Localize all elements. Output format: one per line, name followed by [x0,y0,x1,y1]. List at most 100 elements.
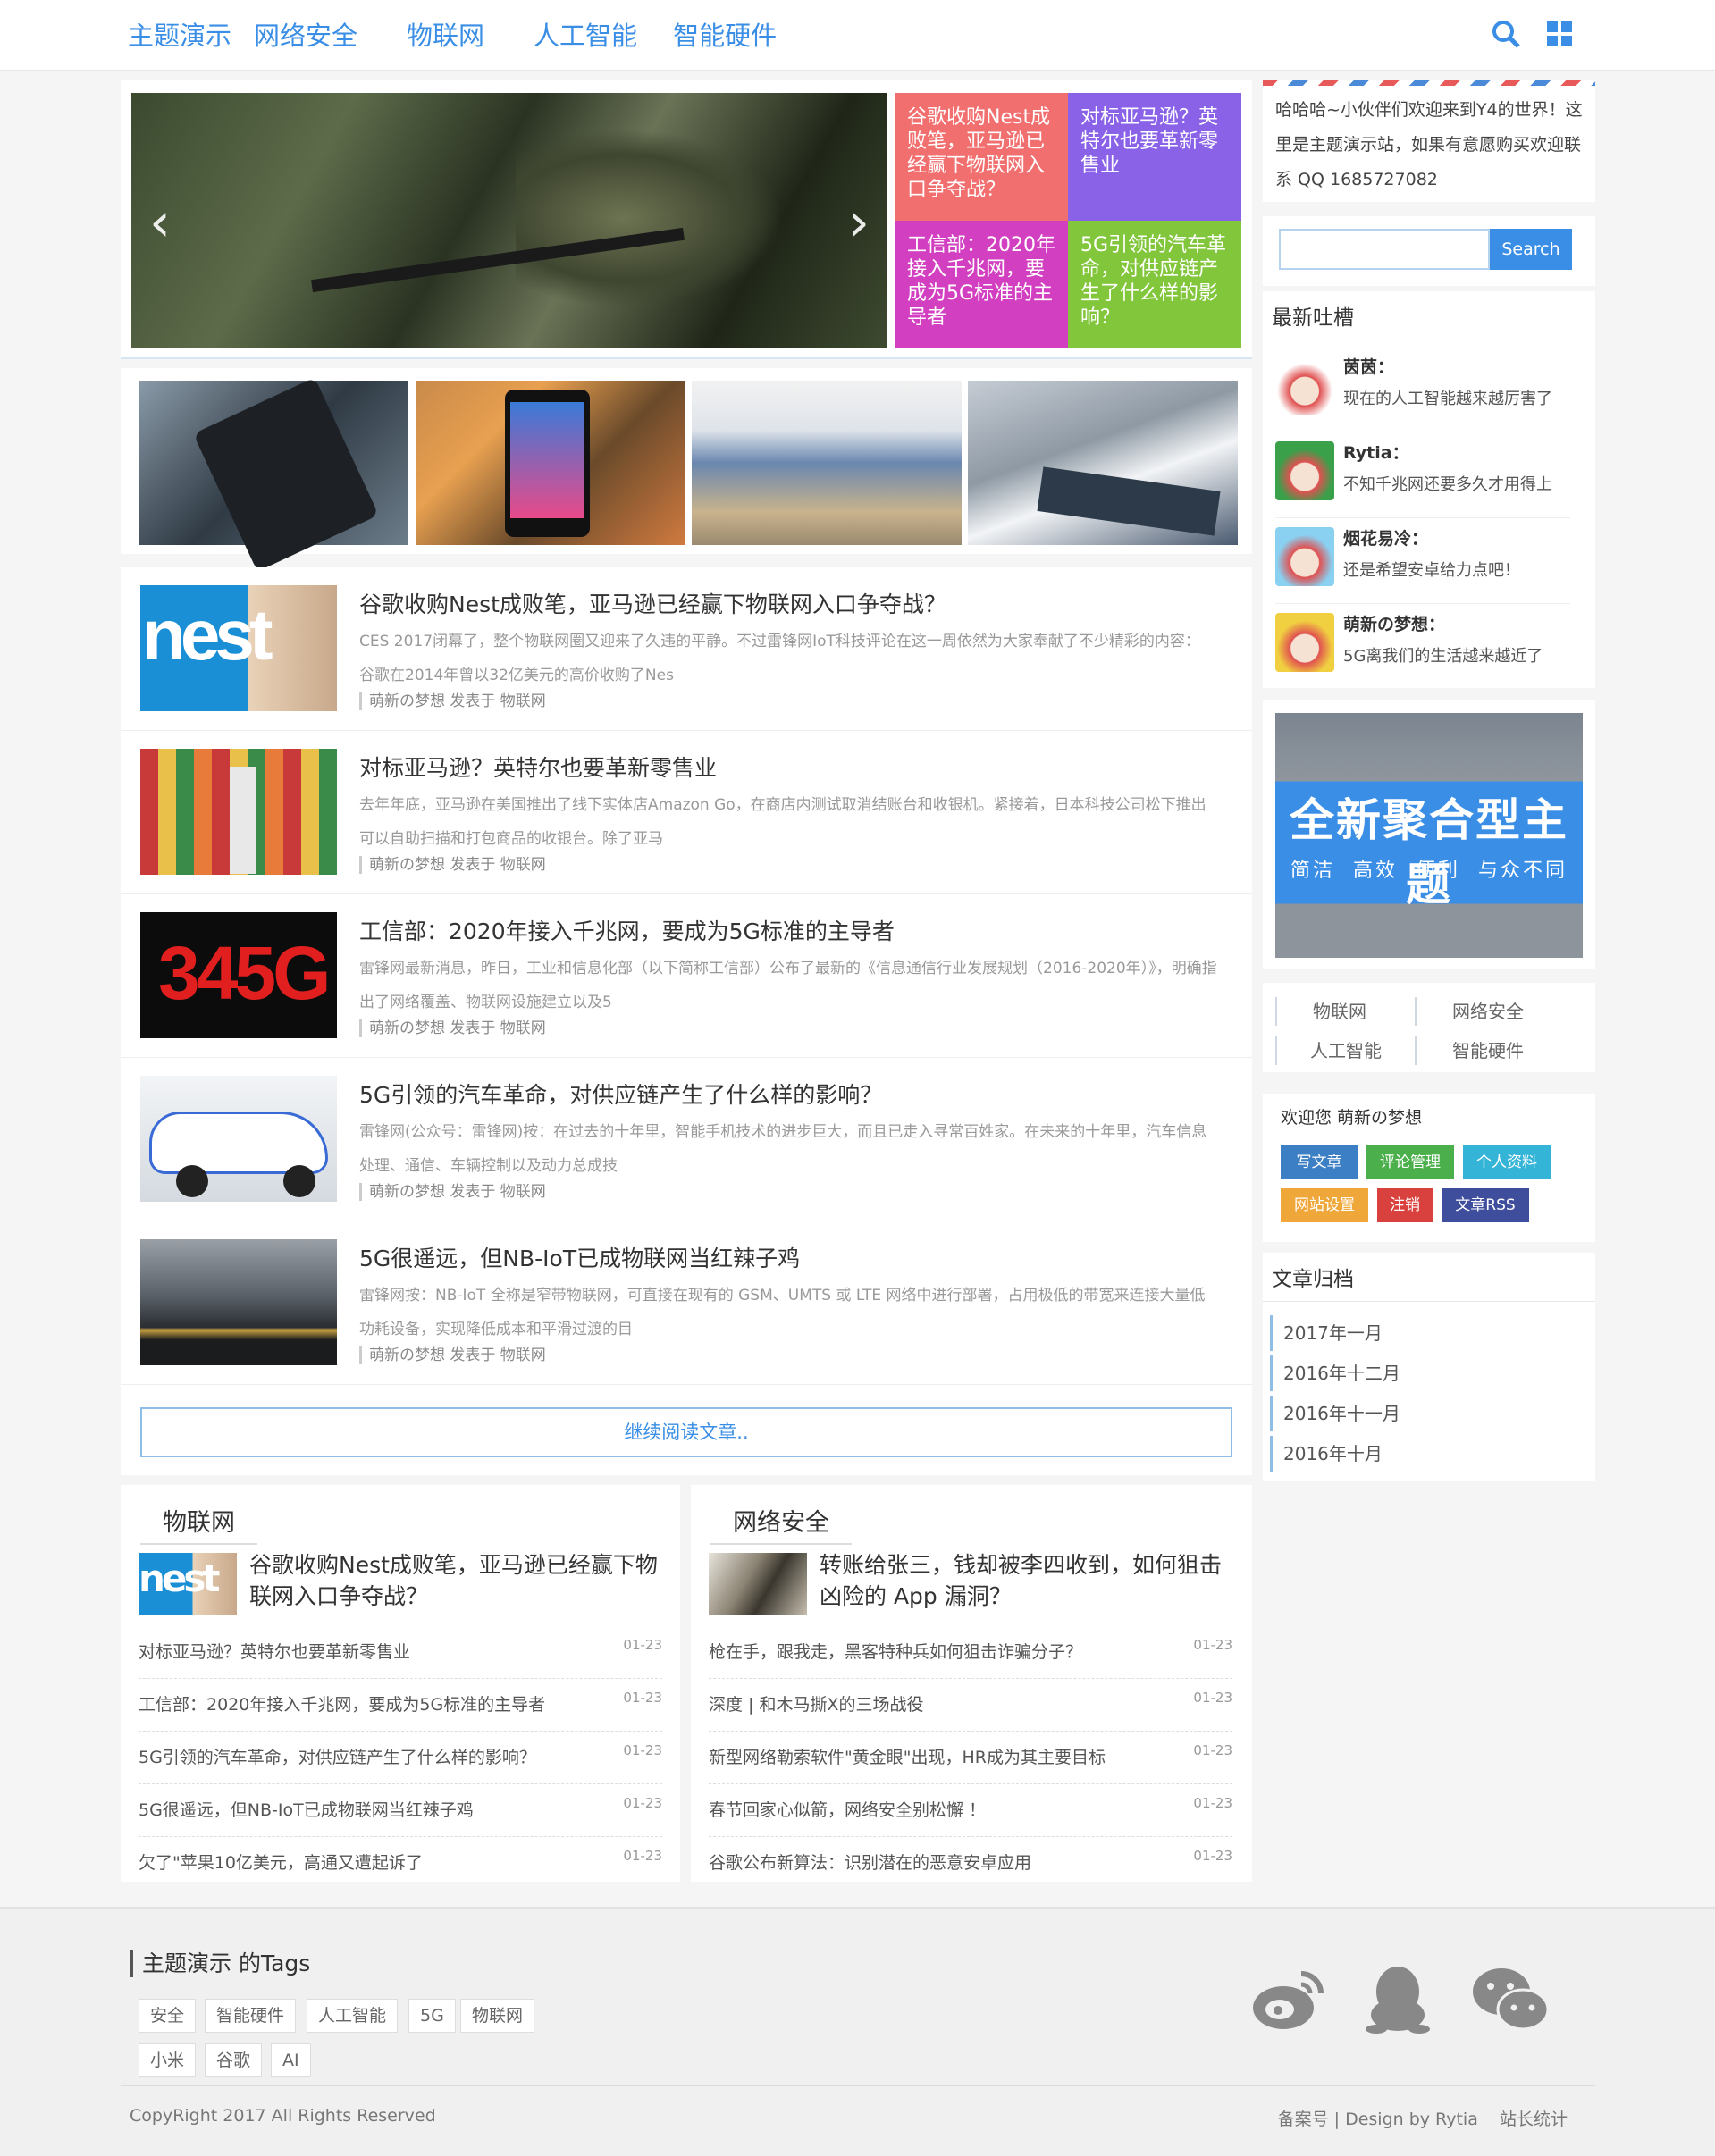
theme-banner[interactable]: 全新聚合型主题 简洁 高效 便利 与众不同 [1275,713,1583,958]
tag[interactable]: AI [271,2043,311,2077]
comment-item[interactable]: 茵茵： 现在的人工智能越来越厉害了 [1275,347,1570,432]
slider-tiles: 谷歌收购Nest成败笔，亚马逊已经赢下物联网入口争夺战？ 对标亚马逊？英特尔也要… [895,93,1241,348]
category-link[interactable]: 网络安全 [1415,997,1524,1026]
search-icon[interactable] [1492,20,1520,48]
avatar [1275,613,1334,672]
banner-subtitle: 简洁 高效 便利 与众不同 [1290,860,1568,882]
thumbnail-apple-store[interactable] [692,381,962,545]
nav-item-home[interactable]: 主题演示 [128,18,231,54]
grid-icon[interactable] [1547,21,1572,46]
welcome-text: 哈哈哈~小伙伴们欢迎来到Y4的世界！这里是主题演示站，如果有意愿购买欢迎联系 Q… [1275,100,1583,189]
comment-manage-button[interactable]: 评论管理 [1366,1145,1454,1179]
slider-tile[interactable]: 工信部：2020年接入千兆网，要成为5G标准的主导者 [895,221,1068,348]
post-thumbnail[interactable] [140,1239,337,1365]
list-item[interactable]: 谷歌公布新算法：识别潜在的恶意安卓应用 01-23 [709,1837,1232,1890]
list-item[interactable]: 欠了"苹果10亿美元，高通又遭起诉了 01-23 [139,1837,662,1890]
slider-next-icon[interactable]: › [848,191,870,254]
category-title[interactable]: 网络安全 [710,1503,852,1545]
rss-button[interactable]: 文章RSS [1442,1188,1529,1222]
list-item-title[interactable]: 深度 | 和木马撕X的三场战役 [709,1695,924,1715]
list-item-title[interactable]: 对标亚马逊？英特尔也要革新零售业 [139,1642,410,1662]
archive-item[interactable]: 2017年一月 [1270,1315,1565,1351]
qq-icon[interactable] [1364,1963,1432,2034]
list-item[interactable]: 5G很遥远，但NB-IoT已成物联网当红辣子鸡 01-23 [139,1784,662,1837]
nav-item-iot[interactable]: 物联网 [407,18,484,54]
category-feature-title[interactable]: 转账给张三，钱却被李四收到，如何狙击凶险的 App 漏洞？ [820,1549,1231,1612]
post-title[interactable]: 工信部：2020年接入千兆网，要成为5G标准的主导者 [359,914,895,946]
post-title[interactable]: 谷歌收购Nest成败笔，亚马逊已经赢下物联网入口争夺战？ [359,587,946,619]
tag[interactable]: 安全 [139,1999,197,2033]
thumbnail-phone-note[interactable] [416,381,685,545]
tag[interactable]: 人工智能 [307,1999,399,2033]
search-input[interactable] [1279,229,1490,270]
category-link[interactable]: 智能硬件 [1415,1036,1524,1065]
post-thumbnail[interactable] [140,1076,337,1202]
list-item[interactable]: 5G引领的汽车革命，对供应链产生了什么样的影响？ 01-23 [139,1732,662,1784]
slider-tile[interactable]: 5G引领的汽车革命，对供应链产生了什么样的影响？ [1068,221,1241,348]
list-item[interactable]: 春节回家心似箭，网络安全别松懈 ！ 01-23 [709,1784,1232,1837]
post-title[interactable]: 5G很遥远，但NB-IoT已成物联网当红辣子鸡 [359,1241,800,1273]
list-item-title[interactable]: 谷歌公布新算法：识别潜在的恶意安卓应用 [709,1853,1031,1873]
wechat-icon[interactable] [1471,1963,1550,2034]
nav-item-security[interactable]: 网络安全 [254,18,357,54]
list-item-title[interactable]: 5G引领的汽车革命，对供应链产生了什么样的影响？ [139,1748,536,1767]
read-more-button[interactable]: 继续阅读文章.. [140,1407,1232,1457]
thumbnail-phone-samsung[interactable] [139,377,408,572]
list-item[interactable]: 深度 | 和木马撕X的三场战役 01-23 [709,1679,1232,1732]
slider-image[interactable]: ‹ › [131,93,887,348]
search-button[interactable]: Search [1490,229,1572,270]
tag[interactable]: 小米 [139,2043,197,2077]
list-item[interactable]: 枪在手，跟我走，黑客特种兵如何狙击诈骗分子？ 01-23 [709,1626,1232,1679]
footer-divider [121,2085,1595,2086]
tag[interactable]: 物联网 [460,1999,535,2033]
comment-item[interactable]: 烟花易冷： 还是希望安卓给力点吧！ [1275,518,1570,604]
comments-title: 最新吐槽 [1272,306,1354,330]
write-post-button[interactable]: 写文章 [1281,1145,1358,1179]
slider-tile[interactable]: 对标亚马逊？英特尔也要革新零售业 [1068,93,1241,221]
archive-card: 文章归档 2017年一月 2016年十二月 2016年十一月 2016年十月 [1263,1253,1595,1481]
post-thumbnail[interactable]: 345G [140,912,337,1038]
archive-item[interactable]: 2016年十二月 [1270,1355,1565,1391]
post-title[interactable]: 对标亚马逊？英特尔也要革新零售业 [359,751,717,783]
logout-button[interactable]: 注销 [1377,1188,1433,1222]
profile-button[interactable]: 个人资料 [1463,1145,1551,1179]
list-item-title[interactable]: 春节回家心似箭，网络安全别松懈 ！ [709,1800,986,1820]
nav-item-hardware[interactable]: 智能硬件 [673,18,777,54]
category-title[interactable]: 物联网 [140,1503,257,1545]
list-item[interactable]: 新型网络勒索软件"黄金眼"出现，HR成为其主要目标 01-23 [709,1732,1232,1784]
category-link[interactable]: 人工智能 [1275,1036,1382,1065]
comment-item[interactable]: 萌新の梦想： 5G离我们的生活越来越近了 [1275,604,1570,690]
weibo-icon[interactable] [1249,1961,1328,2033]
list-item-title[interactable]: 工信部：2020年接入千兆网，要成为5G标准的主导者 [139,1695,545,1715]
tag[interactable]: 谷歌 [205,2043,263,2077]
archive-item[interactable]: 2016年十月 [1270,1436,1565,1472]
list-item[interactable]: 工信部：2020年接入千兆网，要成为5G标准的主导者 01-23 [139,1679,662,1732]
category-feature-image[interactable] [709,1553,807,1615]
post-title[interactable]: 5G引领的汽车革命，对供应链产生了什么样的影响？ [359,1078,882,1110]
list-item-title[interactable]: 欠了"苹果10亿美元，高通又遭起诉了 [139,1853,423,1873]
list-item-date: 01-23 [1193,1795,1232,1811]
comment-text: 现在的人工智能越来越厉害了 [1343,390,1552,408]
post-item: 对标亚马逊？英特尔也要革新零售业 去年年底，亚马逊在美国推出了线下实体店Amaz… [121,731,1252,894]
list-item[interactable]: 对标亚马逊？英特尔也要革新零售业 01-23 [139,1626,662,1679]
category-feature-image[interactable]: nest [139,1553,237,1615]
footer-links[interactable]: 备案号 | Design by Rytia 站长统计 [1278,2106,1568,2130]
tag[interactable]: 智能硬件 [205,1999,297,2033]
nav-item-ai[interactable]: 人工智能 [534,18,637,54]
tag[interactable]: 5G [408,1999,456,2033]
thumbnail-foxconn[interactable] [968,381,1238,545]
list-item-date: 01-23 [623,1742,662,1758]
archive-item[interactable]: 2016年十一月 [1270,1396,1565,1431]
slider-prev-icon[interactable]: ‹ [149,191,171,254]
post-thumbnail[interactable] [140,749,337,875]
list-item-title[interactable]: 新型网络勒索软件"黄金眼"出现，HR成为其主要目标 [709,1748,1106,1767]
site-settings-button[interactable]: 网站设置 [1281,1188,1368,1222]
comment-item[interactable]: Rytia： 不知千兆网还要多久才用得上 [1275,432,1570,518]
slider-tile[interactable]: 谷歌收购Nest成败笔，亚马逊已经赢下物联网入口争夺战？ [895,93,1068,221]
list-item-title[interactable]: 5G很遥远，但NB-IoT已成物联网当红辣子鸡 [139,1800,474,1820]
category-link[interactable]: 物联网 [1275,997,1366,1026]
category-feature-title[interactable]: 谷歌收购Nest成败笔，亚马逊已经赢下物联网入口争夺战？ [249,1549,660,1612]
post-thumbnail[interactable]: nest [140,585,337,711]
banner-title: 全新聚合型主题 [1290,794,1568,910]
list-item-title[interactable]: 枪在手，跟我走，黑客特种兵如何狙击诈骗分子？ [709,1642,1082,1662]
